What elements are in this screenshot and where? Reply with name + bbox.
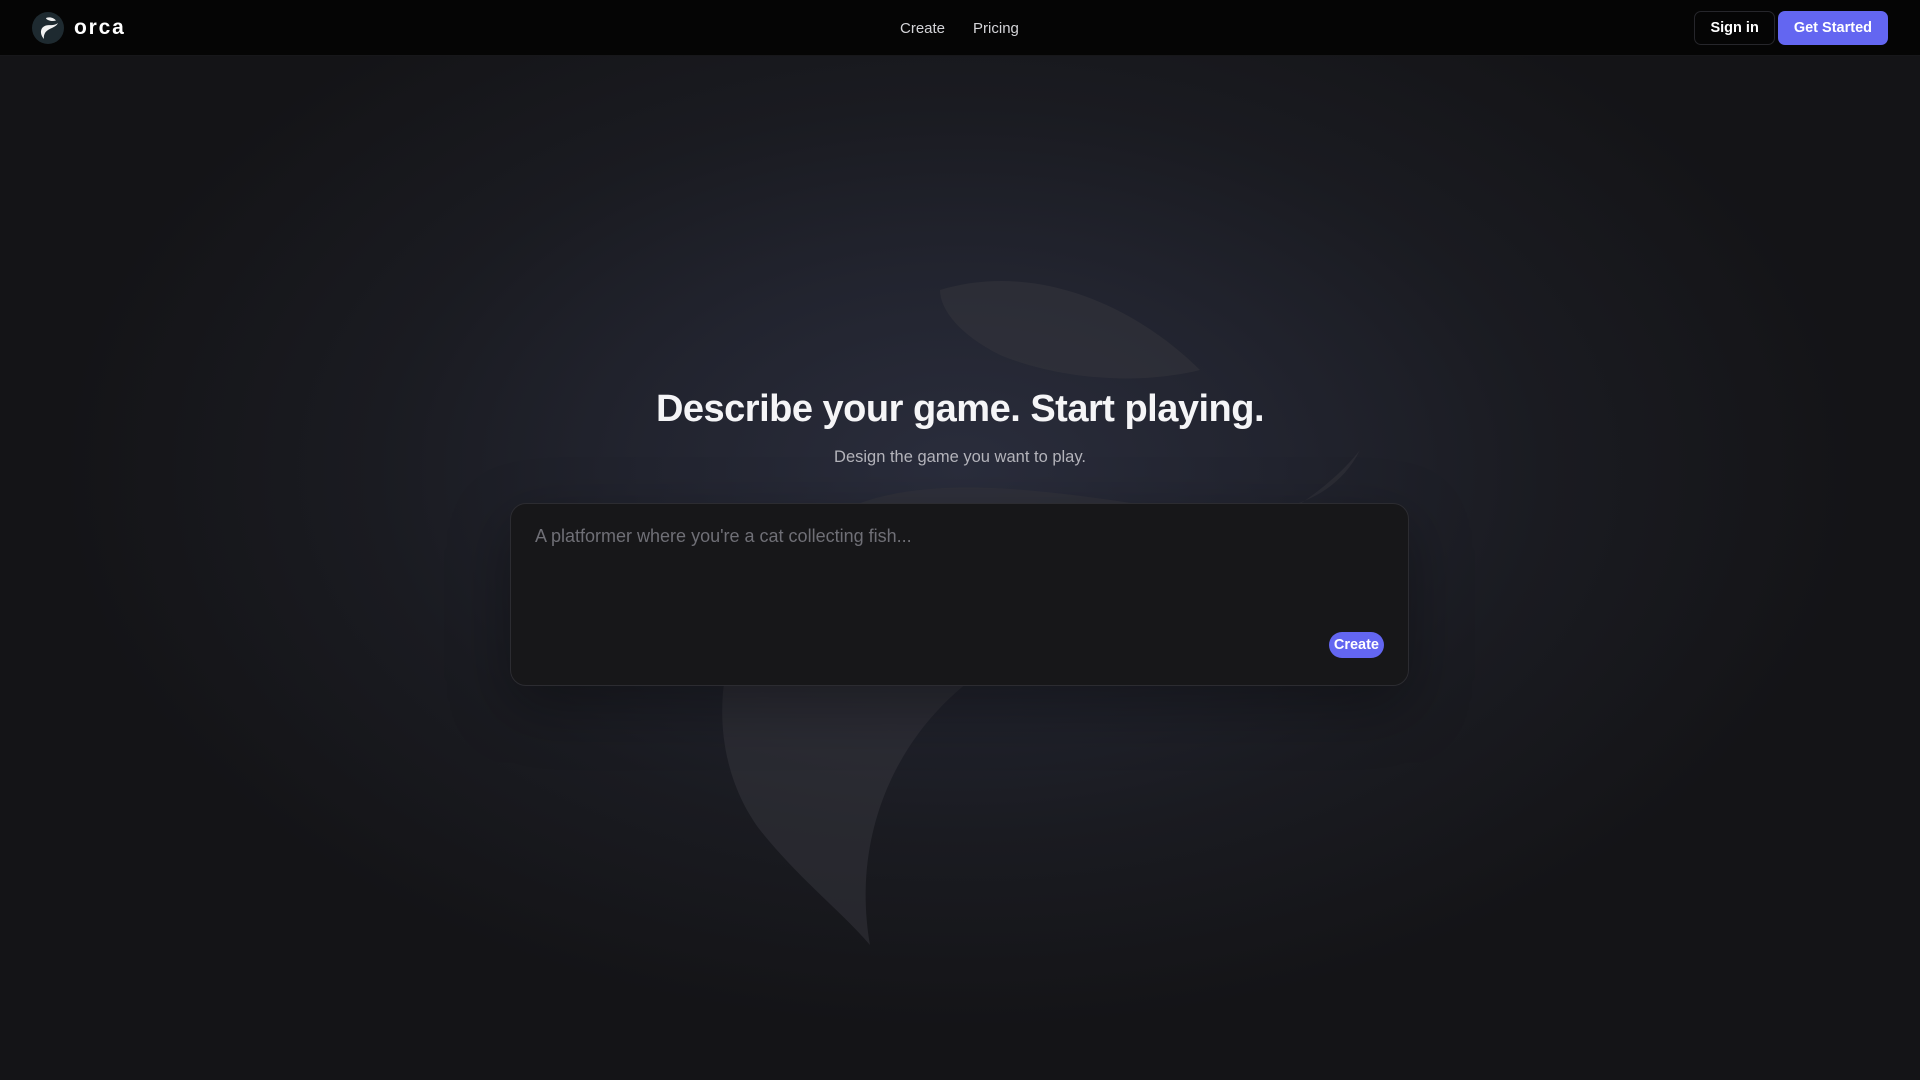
brand-name: orca bbox=[74, 16, 126, 39]
game-prompt-panel: Create bbox=[510, 503, 1409, 686]
get-started-button[interactable]: Get Started bbox=[1777, 11, 1888, 45]
main-nav: Create Pricing bbox=[900, 0, 1019, 56]
nav-pricing-link[interactable]: Pricing bbox=[973, 20, 1019, 37]
create-game-button[interactable]: Create bbox=[1328, 632, 1384, 658]
orca-logo-icon bbox=[32, 12, 64, 44]
game-description-input[interactable] bbox=[535, 524, 1375, 624]
nav-create-link[interactable]: Create bbox=[900, 20, 945, 37]
top-navbar: orca Create Pricing Sign in Get Started bbox=[0, 0, 1920, 56]
page: orca Create Pricing Sign in Get Started … bbox=[0, 0, 1920, 1080]
hero-title: Describe your game. Start playing. bbox=[655, 388, 1265, 430]
auth-actions: Sign in Get Started bbox=[1694, 11, 1888, 45]
hero-subtitle: Design the game you want to play. bbox=[834, 448, 1086, 466]
sign-in-button[interactable]: Sign in bbox=[1694, 11, 1775, 45]
brand-home-link[interactable]: orca bbox=[32, 12, 126, 44]
